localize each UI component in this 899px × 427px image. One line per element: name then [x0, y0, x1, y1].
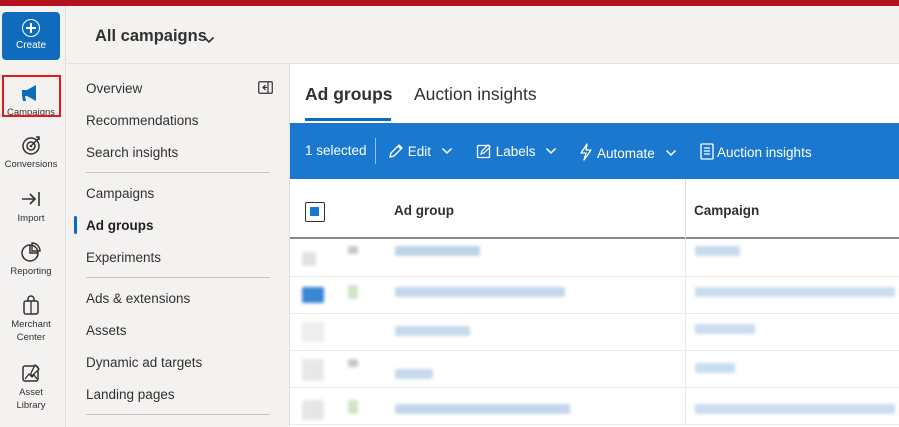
active-indicator: [74, 216, 77, 234]
subnav-item-overview[interactable]: Overview: [86, 81, 142, 96]
annotation-box-campaigns: [2, 75, 61, 117]
row-checkbox[interactable]: [302, 400, 324, 420]
column-header-ad-group[interactable]: Ad group: [394, 203, 454, 218]
subnav-item-experiments[interactable]: Experiments: [86, 250, 161, 265]
document-report-icon: [700, 143, 714, 160]
plus-circle-icon: [22, 19, 40, 37]
subnav-item-recommendations[interactable]: Recommendations: [86, 113, 199, 128]
pencil-icon: [389, 144, 403, 158]
auction-insights-button[interactable]: Auction insights: [700, 143, 812, 160]
column-header-campaign[interactable]: Campaign: [694, 203, 759, 218]
ad-group-cell[interactable]: [395, 369, 433, 379]
rail-item-label: Merchant Center: [11, 319, 51, 343]
rail-item-label: Reporting: [10, 266, 52, 277]
table-row[interactable]: [290, 314, 899, 351]
selected-count: 1 selected: [305, 143, 367, 158]
subnav-item-search-insights[interactable]: Search insights: [86, 145, 178, 160]
cell-divider: [685, 240, 686, 277]
row-checkbox[interactable]: [302, 359, 324, 381]
subnav-item-campaigns[interactable]: Campaigns: [86, 186, 154, 201]
select-all-checkbox[interactable]: [305, 202, 325, 222]
create-button[interactable]: Create: [2, 12, 60, 60]
table-row[interactable]: [290, 351, 899, 388]
tag-edit-icon: [476, 144, 491, 159]
table-row[interactable]: [290, 277, 899, 314]
nav-divider: [86, 414, 270, 415]
tab-ad-groups[interactable]: Ad groups: [305, 84, 393, 105]
tab-active-underline: [305, 118, 391, 121]
import-arrow-icon: [20, 188, 42, 210]
subnav-item-landing-pages[interactable]: Landing pages: [86, 387, 175, 402]
nav-divider: [86, 172, 270, 173]
page-header: All campaigns: [66, 6, 899, 64]
status-icon: [348, 285, 358, 299]
status-icon: [348, 246, 358, 254]
ad-group-cell[interactable]: [395, 404, 570, 414]
cell-divider: [685, 351, 686, 388]
left-rail: Create Campaigns Conversions Import Repo…: [0, 6, 66, 427]
rail-item-label: Asset Library: [16, 387, 46, 411]
labels-label: Labels: [495, 144, 536, 159]
status-icon: [348, 359, 358, 367]
toolbar-divider: [375, 138, 376, 164]
image-edit-icon: [20, 362, 42, 384]
edit-label: Edit: [407, 144, 432, 159]
ad-group-cell[interactable]: [395, 287, 565, 297]
campaign-cell[interactable]: [695, 246, 740, 256]
rail-item-conversions[interactable]: Conversions: [0, 134, 62, 171]
rail-item-label: Conversions: [4, 159, 58, 170]
cell-divider: [685, 277, 686, 314]
cell-divider: [685, 388, 686, 425]
rail-item-reporting[interactable]: Reporting: [0, 241, 62, 278]
collapse-panel-icon[interactable]: [258, 81, 273, 94]
subnav-item-assets[interactable]: Assets: [86, 323, 127, 338]
row-checkbox[interactable]: [302, 322, 324, 342]
scope-selector-title[interactable]: All campaigns: [95, 27, 207, 46]
automate-label: Automate: [597, 146, 655, 161]
tab-auction-insights[interactable]: Auction insights: [414, 84, 537, 105]
grid-header: Ad group Campaign: [290, 179, 899, 239]
cell-divider: [685, 314, 686, 351]
status-icon: [348, 400, 358, 414]
chevron-down-icon: [665, 149, 676, 157]
campaign-cell[interactable]: [695, 287, 895, 297]
ad-group-cell[interactable]: [395, 246, 480, 256]
campaign-cell[interactable]: [695, 363, 735, 373]
ad-group-cell[interactable]: [395, 326, 470, 336]
rail-item-label: Import: [17, 213, 45, 224]
create-label: Create: [15, 40, 46, 51]
table-row[interactable]: [290, 388, 899, 425]
edit-button[interactable]: Edit: [388, 143, 453, 159]
shopping-bag-icon: [20, 294, 42, 316]
lightning-icon: [580, 143, 592, 161]
automate-button[interactable]: Automate: [578, 143, 677, 161]
main-content: Ad groups Auction insights 1 selected Ed…: [290, 64, 899, 427]
chevron-down-icon[interactable]: [203, 31, 215, 49]
campaign-cell[interactable]: [695, 404, 895, 414]
rail-item-merchant-center[interactable]: Merchant Center: [0, 294, 62, 344]
subnav-item-ads-extensions[interactable]: Ads & extensions: [86, 291, 190, 306]
row-checkbox[interactable]: [302, 287, 324, 303]
secondary-nav: Overview Recommendations Search insights…: [66, 64, 290, 427]
selection-toolbar: 1 selected Edit Labels Automate Auction …: [290, 123, 899, 179]
subnav-item-dynamic-ad-targets[interactable]: Dynamic ad targets: [86, 355, 202, 370]
campaign-cell[interactable]: [695, 324, 755, 334]
table-row[interactable]: [290, 240, 899, 277]
row-checkbox[interactable]: [302, 252, 316, 266]
subnav-item-ad-groups[interactable]: Ad groups: [86, 218, 154, 233]
chevron-down-icon: [546, 147, 557, 155]
auction-insights-label: Auction insights: [717, 145, 812, 160]
target-icon: [20, 134, 42, 156]
labels-button[interactable]: Labels: [476, 143, 557, 159]
column-divider: [685, 179, 686, 239]
rail-item-asset-library[interactable]: Asset Library: [0, 362, 62, 412]
pie-chart-icon: [20, 241, 42, 263]
rail-item-import[interactable]: Import: [0, 188, 62, 225]
nav-divider: [86, 277, 270, 278]
chevron-down-icon: [441, 147, 452, 155]
